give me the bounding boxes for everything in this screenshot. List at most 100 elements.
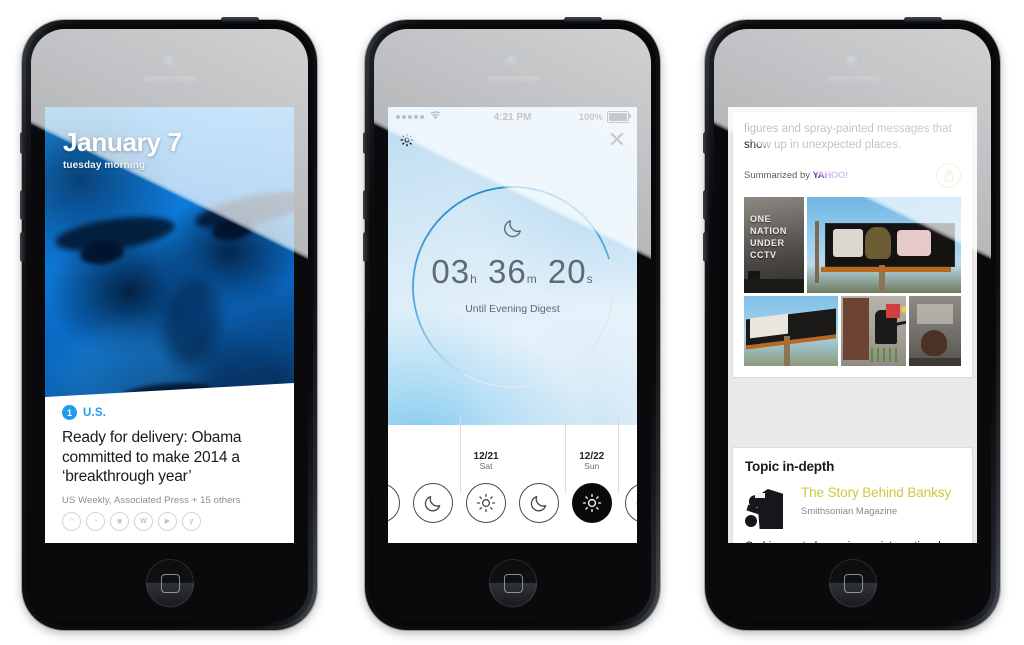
cover-date: January 7 bbox=[63, 127, 182, 157]
front-camera-icon bbox=[847, 56, 856, 65]
summarized-by-label: Summarized by YAHOO! bbox=[744, 170, 848, 181]
home-button[interactable] bbox=[488, 559, 537, 607]
countdown-screen: 4:21 PM 100% 03h 36m 20s Until Evening D… bbox=[388, 107, 637, 543]
countdown-seconds-unit: s bbox=[586, 272, 594, 286]
phone-device-2: 4:21 PM 100% 03h 36m 20s Until Evening D… bbox=[363, 17, 660, 630]
topic-in-depth-card: Topic in-depth The Story Behind Banksy S… bbox=[732, 447, 973, 543]
countdown-hours: 03 bbox=[431, 253, 471, 290]
moon-icon[interactable] bbox=[413, 483, 454, 523]
article-screen[interactable]: figures and spray-painted messages that … bbox=[728, 107, 977, 543]
home-button[interactable] bbox=[145, 559, 194, 607]
status-time: 4:21 PM bbox=[493, 111, 532, 123]
proximity-sensor-icon bbox=[820, 60, 827, 65]
topic-entry[interactable]: The Story Behind Banksy Smithsonian Maga… bbox=[745, 485, 960, 529]
story-sources: US Weekly, Associated Press + 15 others bbox=[62, 494, 241, 506]
front-camera-icon bbox=[164, 56, 173, 65]
pie-chart-icon[interactable]: ◔ bbox=[86, 511, 105, 531]
volume-up-button[interactable] bbox=[20, 190, 25, 220]
volume-up-button[interactable] bbox=[363, 190, 368, 220]
video-icon[interactable]: ▶ bbox=[158, 511, 177, 531]
digest-cover-screen[interactable]: January 7 tuesday morning 1 U.S. Ready f… bbox=[45, 107, 294, 543]
earpiece-speaker-icon bbox=[486, 76, 539, 83]
topic-excerpt: On his way to becoming an international … bbox=[745, 539, 960, 543]
story-number-badge: 1 bbox=[62, 405, 77, 420]
article-body: figures and spray-painted messages that … bbox=[744, 123, 952, 151]
carousel-item[interactable]: 12/21 Sat bbox=[459, 415, 513, 523]
close-icon[interactable] bbox=[609, 131, 625, 147]
earpiece-speaker-icon bbox=[143, 76, 196, 83]
volume-up-button[interactable] bbox=[703, 190, 708, 220]
trend-chart-icon[interactable]: ◠ bbox=[62, 511, 81, 531]
mute-switch[interactable] bbox=[20, 132, 25, 154]
volume-down-button[interactable] bbox=[20, 232, 25, 262]
photo-graffiti-wall[interactable] bbox=[909, 295, 961, 366]
phone-device-3: figures and spray-painted messages that … bbox=[703, 17, 1000, 630]
twitter-icon[interactable]: y bbox=[182, 511, 201, 531]
front-camera-icon bbox=[507, 56, 516, 65]
proximity-sensor-icon bbox=[480, 60, 487, 65]
volume-down-button[interactable] bbox=[703, 232, 708, 262]
countdown-timer: 03h 36m 20s bbox=[388, 253, 637, 291]
carousel-item-active[interactable]: 12/22 Sun bbox=[565, 415, 618, 523]
sun-icon[interactable] bbox=[571, 483, 612, 523]
source-icon-row: ◠ ◔ ◉ W ▶ y bbox=[62, 511, 280, 531]
carousel-item[interactable] bbox=[407, 451, 460, 523]
power-button[interactable] bbox=[564, 17, 602, 22]
mute-switch[interactable] bbox=[703, 132, 708, 154]
carousel-item[interactable] bbox=[512, 451, 565, 523]
countdown-hours-unit: h bbox=[470, 272, 478, 286]
wifi-icon bbox=[430, 111, 441, 123]
sun-icon[interactable] bbox=[466, 483, 507, 523]
carousel-item[interactable] bbox=[388, 451, 407, 523]
carousel-day: Sun bbox=[584, 461, 600, 471]
countdown-caption: Until Evening Digest bbox=[465, 303, 560, 315]
phone-face: figures and spray-painted messages that … bbox=[714, 29, 991, 621]
battery-group: 100% bbox=[578, 111, 631, 123]
summarized-text: Summarized by bbox=[744, 169, 810, 181]
section-label: U.S. bbox=[83, 406, 107, 419]
signal-group bbox=[396, 111, 441, 123]
battery-percent: 100% bbox=[578, 111, 603, 123]
topic-heading: Topic in-depth bbox=[745, 459, 835, 474]
topic-title[interactable]: The Story Behind Banksy bbox=[801, 485, 960, 501]
photo-banksy-billboard[interactable] bbox=[807, 196, 961, 293]
yahoo-logo: YAHOO! bbox=[812, 169, 849, 181]
photo-grid[interactable]: ONE NATION UNDER CCTV bbox=[744, 196, 961, 366]
story-card[interactable]: 1 U.S. Ready for delivery: Obama committ… bbox=[45, 383, 294, 543]
moon-icon[interactable] bbox=[518, 483, 559, 523]
wikipedia-icon[interactable]: W bbox=[134, 511, 153, 531]
scene: January 7 tuesday morning 1 U.S. Ready f… bbox=[0, 0, 1024, 645]
status-bar: 4:21 PM 100% bbox=[388, 107, 637, 127]
phone1-screen: January 7 tuesday morning 1 U.S. Ready f… bbox=[45, 107, 294, 543]
article-card: figures and spray-painted messages that … bbox=[732, 111, 973, 378]
summary-row: Summarized by YAHOO! bbox=[744, 162, 961, 188]
section-row: 1 U.S. bbox=[62, 405, 280, 420]
location-pin-icon[interactable]: ◉ bbox=[110, 511, 129, 531]
gear-icon[interactable] bbox=[400, 133, 414, 147]
cover-date-block: January 7 tuesday morning bbox=[63, 129, 182, 171]
home-button[interactable] bbox=[828, 559, 877, 607]
photo-billboard-low-angle[interactable] bbox=[744, 295, 838, 366]
photo-cctv-mural[interactable]: ONE NATION UNDER CCTV bbox=[744, 196, 804, 293]
volume-down-button[interactable] bbox=[363, 232, 368, 262]
countdown-seconds: 20 bbox=[547, 253, 587, 290]
moon-icon[interactable] bbox=[388, 483, 401, 523]
moon-icon[interactable] bbox=[624, 483, 637, 523]
power-button[interactable] bbox=[904, 17, 942, 22]
story-headline: Ready for delivery: Obama committed to m… bbox=[62, 429, 242, 486]
mute-switch[interactable] bbox=[363, 132, 368, 154]
phone3-screen: figures and spray-painted messages that … bbox=[728, 107, 977, 543]
phone-face: January 7 tuesday morning 1 U.S. Ready f… bbox=[31, 29, 308, 621]
battery-icon bbox=[607, 111, 631, 123]
signal-dots-icon bbox=[396, 115, 424, 119]
phone2-screen: 4:21 PM 100% 03h 36m 20s Until Evening D… bbox=[388, 107, 637, 543]
power-button[interactable] bbox=[221, 17, 259, 22]
carousel-item[interactable] bbox=[618, 415, 637, 523]
proximity-sensor-icon bbox=[137, 60, 144, 65]
share-icon[interactable] bbox=[936, 162, 961, 188]
digest-carousel[interactable]: 12/21 Sat 12/22 Sun bbox=[388, 415, 637, 543]
countdown-minutes: 36 bbox=[487, 253, 527, 290]
moon-icon bbox=[502, 217, 524, 239]
photo-child-soldier-stencil[interactable] bbox=[841, 295, 906, 366]
topic-source: Smithsonian Magazine bbox=[801, 505, 898, 517]
